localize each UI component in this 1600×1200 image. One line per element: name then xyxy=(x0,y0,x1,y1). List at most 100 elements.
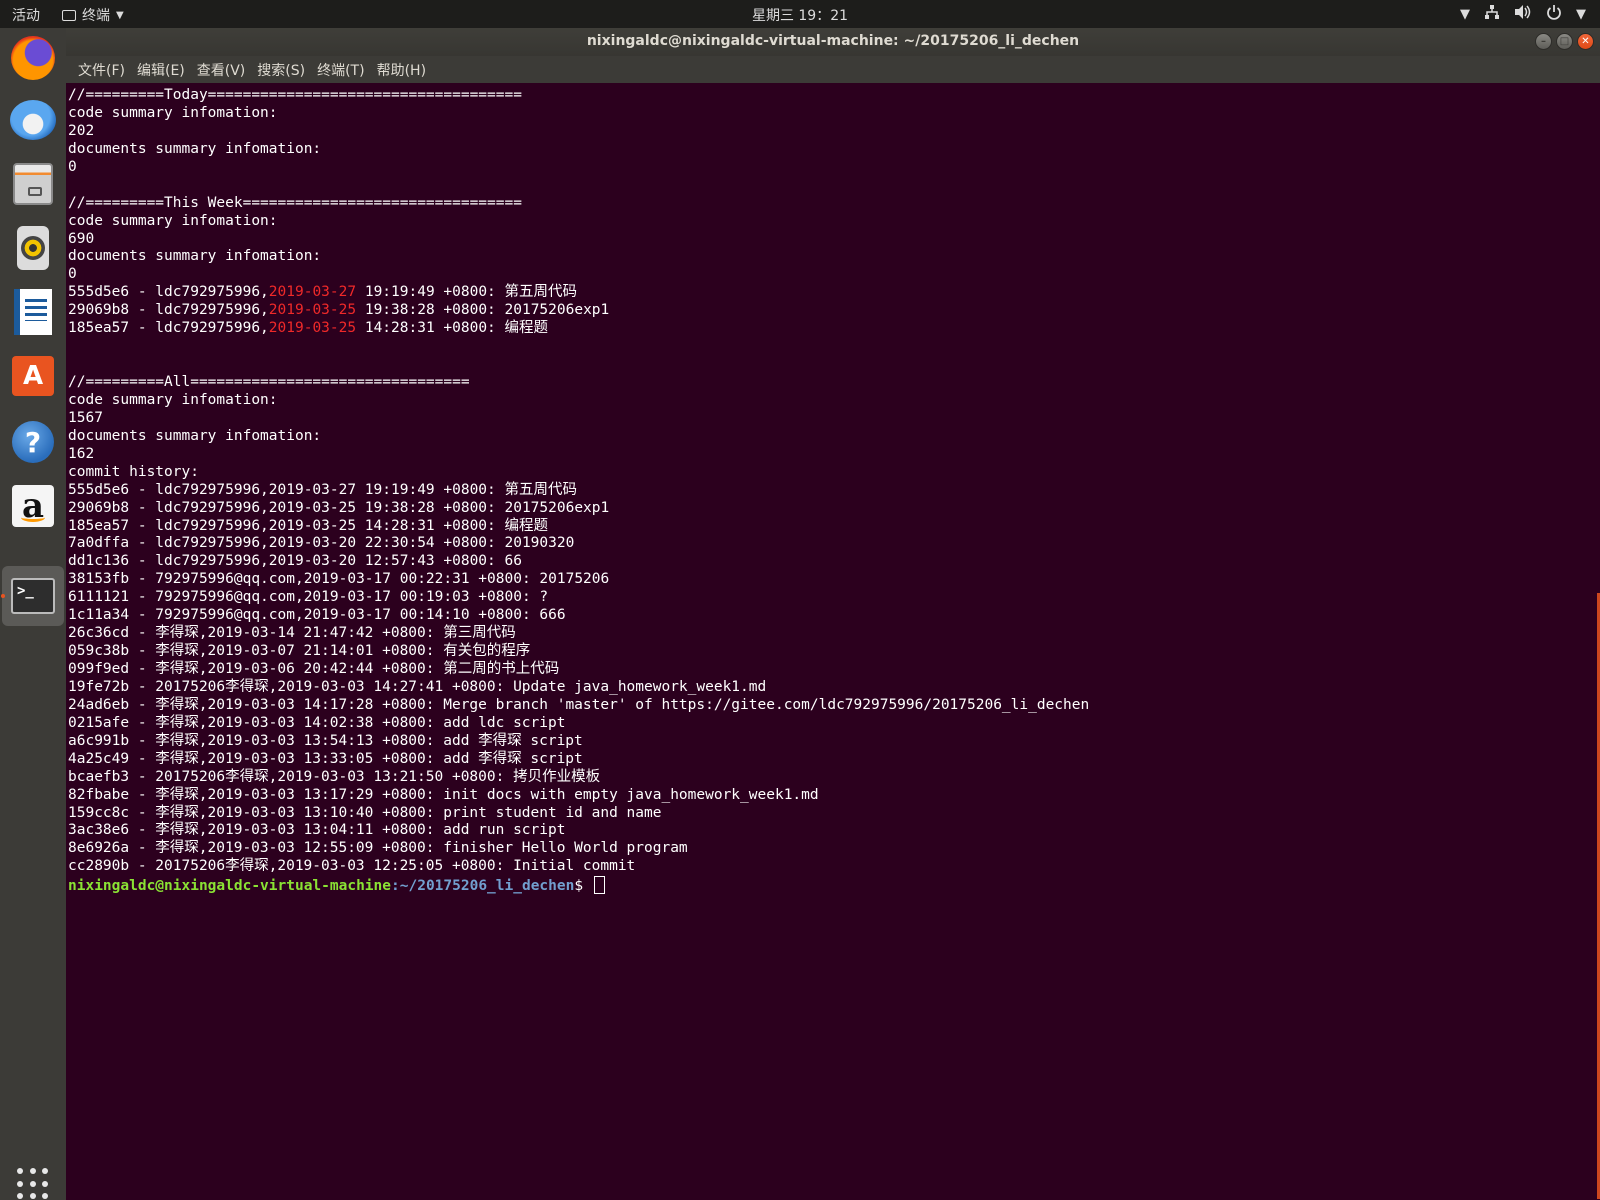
output-line: 555d5e6 - ldc792975996,2019-03-27 19:19:… xyxy=(68,284,1600,302)
output-line: a6c991b - 李得琛,2019-03-03 13:54:13 +0800:… xyxy=(68,732,583,749)
output-line: 162 xyxy=(68,445,95,462)
output-line: documents summary infomation: xyxy=(68,248,322,265)
running-indicator xyxy=(1,594,5,598)
output-line: bcaefb3 - 20175206李得琛,2019-03-03 13:21:5… xyxy=(68,768,601,785)
maximize-button[interactable]: □ xyxy=(1556,33,1573,50)
output-line: 24ad6eb - 李得琛,2019-03-03 14:17:28 +0800:… xyxy=(68,696,1090,713)
menu-terminal[interactable]: 终端(T) xyxy=(311,60,370,80)
activities-button[interactable]: 活动 xyxy=(12,5,40,25)
thunderbird-icon xyxy=(10,100,56,140)
app-menu[interactable]: 终端 ▼ xyxy=(62,5,124,25)
window-titlebar[interactable]: nixingaldc@nixingaldc-virtual-machine: ~… xyxy=(66,28,1600,56)
line-text: 19:38:28 +0800: 20175206exp1 xyxy=(356,302,610,319)
dock-item-writer[interactable] xyxy=(7,286,59,338)
dock-item-thunderbird[interactable] xyxy=(7,94,59,146)
terminal-output[interactable]: //=========Today========================… xyxy=(66,83,1600,1200)
output-line: 202 xyxy=(68,122,95,139)
line-text: 29069b8 - ldc792975996, xyxy=(68,302,269,319)
menu-edit[interactable]: 编辑(E) xyxy=(131,60,191,80)
output-line: documents summary infomation: xyxy=(68,427,322,444)
launcher-dock: A ? a >_ xyxy=(0,28,66,1200)
dock-item-software[interactable]: A xyxy=(7,350,59,402)
ubuntu-software-icon: A xyxy=(12,356,54,396)
minimize-button[interactable]: – xyxy=(1535,33,1552,50)
menu-search[interactable]: 搜索(S) xyxy=(251,60,311,80)
output-line: 8e6926a - 李得琛,2019-03-03 12:55:09 +0800:… xyxy=(68,840,688,857)
output-line: 29069b8 - ldc792975996,2019-03-25 19:38:… xyxy=(68,499,610,516)
output-line: 26c36cd - 李得琛,2019-03-14 21:47:42 +0800:… xyxy=(68,625,516,642)
dock-item-amazon[interactable]: a xyxy=(7,480,59,532)
output-line: 159cc8c - 李得琛,2019-03-03 13:10:40 +0800:… xyxy=(68,804,662,821)
volume-icon[interactable] xyxy=(1514,4,1532,24)
output-line: 1c11a34 - 792975996@qq.com,2019-03-17 00… xyxy=(68,607,566,624)
highlighted-date: 2019-03-25 xyxy=(268,320,357,337)
output-line: 099f9ed - 李得琛,2019-03-06 20:42:44 +0800:… xyxy=(68,661,560,677)
chevron-down-icon[interactable]: ▼ xyxy=(1460,7,1470,22)
dock-item-rhythmbox[interactable] xyxy=(7,222,59,274)
prompt-separator: : xyxy=(391,878,400,895)
output-line: 059c38b - 李得琛,2019-03-07 21:14:01 +0800:… xyxy=(68,643,531,660)
rhythmbox-icon xyxy=(17,226,49,270)
libreoffice-writer-icon xyxy=(14,289,52,335)
output-line: 185ea57 - ldc792975996,2019-03-25 14:28:… xyxy=(68,517,548,534)
output-line: 3ac38e6 - 李得琛,2019-03-03 13:04:11 +0800:… xyxy=(68,822,566,839)
highlighted-date: 2019-03-27 xyxy=(268,284,357,301)
output-line: //=========All==========================… xyxy=(68,374,470,390)
close-button[interactable]: ✕ xyxy=(1577,33,1594,50)
chevron-down-icon[interactable]: ▼ xyxy=(1576,7,1586,22)
help-icon: ? xyxy=(12,421,54,463)
dock-item-firefox[interactable] xyxy=(7,32,59,84)
output-line: 19fe72b - 20175206李得琛,2019-03-03 14:27:4… xyxy=(68,678,767,695)
terminal-icon: >_ xyxy=(11,578,55,614)
shell-prompt[interactable]: nixingaldc@nixingaldc-virtual-machine:~/… xyxy=(68,876,1600,895)
text-cursor xyxy=(593,876,605,895)
output-line: dd1c136 - ldc792975996,2019-03-20 12:57:… xyxy=(68,553,522,570)
output-line: 0 xyxy=(68,158,77,175)
top-panel: 活动 终端 ▼ 星期三 19：21 ▼ ▼ xyxy=(0,0,1600,28)
output-line: 690 xyxy=(68,230,95,247)
power-icon[interactable] xyxy=(1546,4,1562,24)
menu-view[interactable]: 查看(V) xyxy=(191,60,252,80)
network-icon[interactable] xyxy=(1484,4,1500,24)
output-line: 82fbabe - 李得琛,2019-03-03 13:17:29 +0800:… xyxy=(68,786,819,803)
output-line: code summary infomation: xyxy=(68,104,278,121)
line-text: 555d5e6 - ldc792975996, xyxy=(68,284,269,301)
output-line: 6111121 - 792975996@qq.com,2019-03-17 00… xyxy=(68,589,549,606)
output-line: 4a25c49 - 李得琛,2019-03-03 13:33:05 +0800:… xyxy=(68,750,583,767)
menu-bar: 文件(F) 编辑(E) 查看(V) 搜索(S) 终端(T) 帮助(H) xyxy=(66,56,1600,83)
output-line: documents summary infomation: xyxy=(68,140,322,157)
files-icon xyxy=(13,163,53,205)
output-line: 0 xyxy=(68,266,77,283)
window-title: nixingaldc@nixingaldc-virtual-machine: ~… xyxy=(586,33,1080,49)
show-applications-icon[interactable] xyxy=(17,1168,49,1200)
dock-item-help[interactable]: ? xyxy=(7,416,59,468)
line-text: 14:28:31 +0800: 编程题 xyxy=(356,320,549,337)
line-text: 185ea57 - ldc792975996, xyxy=(68,320,269,337)
output-line: code summary infomation: xyxy=(68,391,278,408)
line-text: 19:19:49 +0800: 第五周代码 xyxy=(356,284,578,301)
output-line: //=========Today========================… xyxy=(68,87,522,103)
menu-help[interactable]: 帮助(H) xyxy=(371,60,432,80)
chevron-down-icon: ▼ xyxy=(116,9,124,21)
terminal-window: nixingaldc@nixingaldc-virtual-machine: ~… xyxy=(66,28,1600,1200)
output-line: commit history: xyxy=(68,463,199,480)
dock-item-files[interactable] xyxy=(7,158,59,210)
prompt-path: ~/20175206_li_dechen xyxy=(399,878,575,895)
amazon-icon: a xyxy=(12,485,54,527)
output-line: 38153fb - 792975996@qq.com,2019-03-17 00… xyxy=(68,571,610,588)
dock-item-terminal[interactable]: >_ xyxy=(1,566,64,626)
output-line: 7a0dffa - ldc792975996,2019-03-20 22:30:… xyxy=(68,535,575,552)
app-menu-label: 终端 xyxy=(82,8,110,24)
firefox-icon xyxy=(11,36,55,80)
output-line: 185ea57 - ldc792975996,2019-03-25 14:28:… xyxy=(68,320,1600,338)
output-line: 555d5e6 - ldc792975996,2019-03-27 19:19:… xyxy=(68,481,577,498)
output-line: 1567 xyxy=(68,409,103,426)
menu-file[interactable]: 文件(F) xyxy=(72,60,131,80)
output-line: 29069b8 - ldc792975996,2019-03-25 19:38:… xyxy=(68,302,1600,320)
prompt-symbol: $ xyxy=(574,878,592,895)
system-tray[interactable]: ▼ ▼ xyxy=(1460,3,1586,25)
clock[interactable]: 星期三 19：21 xyxy=(752,8,848,24)
